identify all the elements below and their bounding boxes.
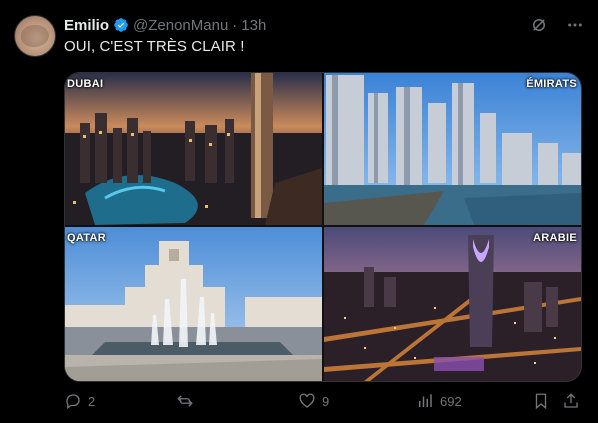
verified-badge-icon: [114, 18, 128, 32]
more-icon[interactable]: [566, 16, 584, 34]
views-count: 692: [440, 393, 462, 409]
timestamp[interactable]: 13h: [241, 17, 266, 34]
tweet-header: Emilio @ZenonManu · 13h: [64, 14, 514, 36]
dubai-photo: [65, 73, 322, 225]
media-grid: DUBAI ÉMIRATS QATAR ARABIE: [64, 72, 582, 382]
share-icon: [564, 393, 578, 408]
tile-label-emirats: ÉMIRATS: [526, 78, 577, 90]
repost-button[interactable]: [176, 392, 200, 410]
tweet-text: OUI, C'EST TRÈS CLAIR !: [64, 38, 245, 55]
tile-label-dubai: DUBAI: [67, 78, 104, 90]
like-count: 9: [322, 393, 330, 409]
share-button[interactable]: [562, 392, 580, 410]
bookmark-icon: [535, 393, 547, 410]
media-image-emirats[interactable]: ÉMIRATS: [324, 73, 581, 225]
repost-icon: [177, 395, 193, 407]
views-button[interactable]: 692: [416, 392, 462, 410]
like-button[interactable]: 9: [298, 392, 329, 410]
views-icon: [419, 394, 432, 407]
author-handle[interactable]: @ZenonManu: [133, 17, 228, 34]
action-bar: 2 9 692: [64, 392, 584, 414]
grok-icon[interactable]: [530, 16, 548, 34]
arabie-photo: [324, 227, 581, 381]
tile-label-arabie: ARABIE: [533, 232, 577, 244]
emirats-photo: [324, 73, 581, 225]
tweet[interactable]: Emilio @ZenonManu · 13h OUI, C'EST TRÈS …: [0, 0, 598, 423]
media-image-dubai[interactable]: DUBAI: [65, 73, 322, 225]
avatar[interactable]: [14, 15, 56, 57]
reply-button[interactable]: 2: [64, 392, 95, 410]
reply-icon: [66, 394, 80, 410]
qatar-photo: [65, 227, 322, 381]
tile-label-qatar: QATAR: [67, 232, 106, 244]
like-icon: [299, 393, 315, 408]
media-image-qatar[interactable]: QATAR: [65, 227, 322, 381]
media-image-arabie[interactable]: ARABIE: [324, 227, 581, 381]
header-actions: [530, 16, 584, 34]
separator-dot: ·: [232, 16, 238, 34]
reply-count: 2: [88, 393, 96, 409]
bookmark-button[interactable]: [532, 392, 550, 410]
author-name[interactable]: Emilio: [64, 17, 109, 34]
